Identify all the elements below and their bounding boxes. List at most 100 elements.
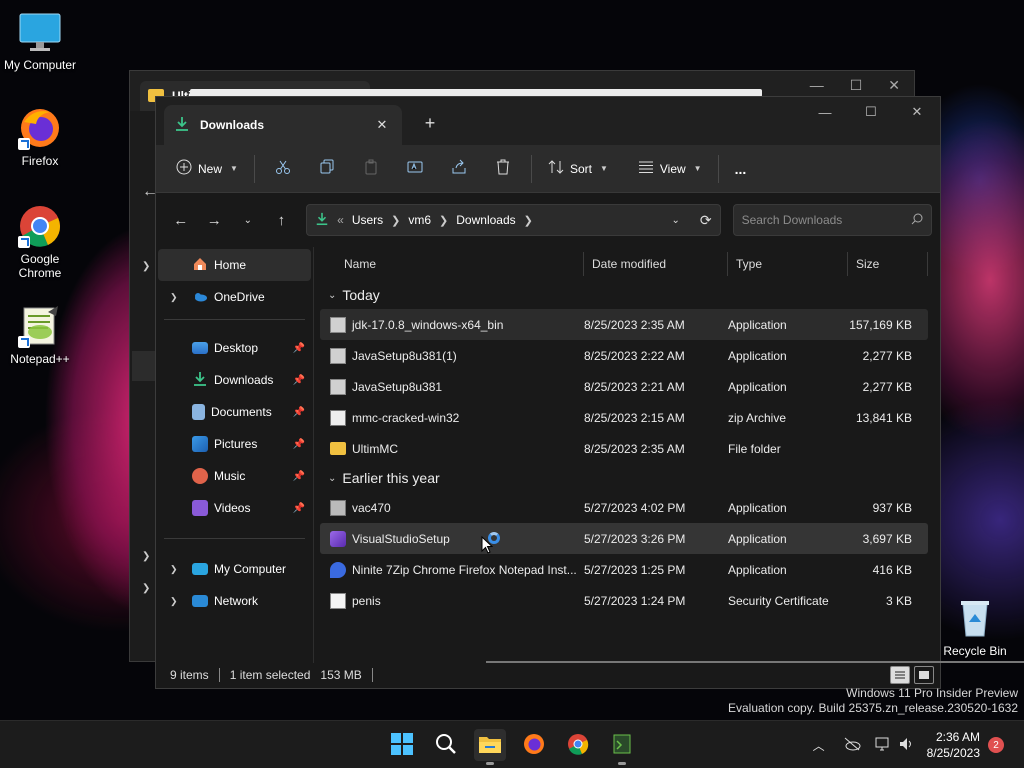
minimize-icon[interactable]: — [802,97,848,127]
chevron-right-icon[interactable]: ❯ [142,551,150,562]
chevron-right-icon[interactable]: ❯ [170,292,178,303]
taskbar-notepadpp[interactable] [606,729,638,765]
breadcrumb-users[interactable]: Users [352,213,383,227]
table-row[interactable]: penis 5/27/2023 1:24 PM Security Certifi… [320,585,928,616]
table-row[interactable]: mmc-cracked-win32 8/25/2023 2:15 AM zip … [320,402,928,433]
nav-item-network[interactable]: ❯ Network [158,585,311,617]
table-row[interactable]: UltimMC 8/25/2023 2:35 AM File folder [320,433,928,464]
more-options-button[interactable]: ... [727,153,755,185]
group-header-earlier[interactable]: ⌄ Earlier this year [320,464,940,492]
chevron-up-icon[interactable]: ︿ [813,737,825,754]
pin-icon[interactable]: 📌 [293,375,305,386]
new-button[interactable]: New ▼ [168,153,246,185]
table-row[interactable]: jdk-17.0.8_windows-x64_bin 8/25/2023 2:3… [320,309,928,340]
sort-button[interactable]: Sort ▼ [540,153,616,185]
recent-locations-button[interactable]: ⌄ [231,205,265,235]
taskbar-file-explorer[interactable] [474,729,506,765]
share-button[interactable] [439,153,479,185]
table-row[interactable]: Ninite 7Zip Chrome Firefox Notepad Inst.… [320,554,928,585]
nav-item-onedrive[interactable]: ❯ OneDrive [158,281,311,313]
table-row[interactable]: JavaSetup8u381(1) 8/25/2023 2:22 AM Appl… [320,340,928,371]
breadcrumb-vm6[interactable]: vm6 [408,213,431,227]
breadcrumb-downloads[interactable]: Downloads [456,213,515,227]
table-row[interactable]: JavaSetup8u381 8/25/2023 2:21 AM Applica… [320,371,928,402]
tab-downloads[interactable]: Downloads ✕ [164,105,402,145]
sort-button-label: Sort [569,161,592,176]
volume-icon[interactable] [899,737,915,754]
clock[interactable]: 2:36 AM 8/25/2023 [927,729,980,761]
taskbar-chrome[interactable] [562,729,594,761]
nav-item-desktop[interactable]: Desktop 📌 [158,332,311,364]
maximize-icon[interactable]: ☐ [848,97,894,127]
nav-item-my-computer[interactable]: ❯ My Computer [158,553,311,585]
desktop-icon-recycle-bin[interactable]: Recycle Bin [935,596,1015,658]
table-row[interactable]: vac470 5/27/2023 4:02 PM Application 937… [320,492,928,523]
breadcrumb-overflow[interactable]: « [337,213,344,227]
desktop-icon-my-computer[interactable]: My Computer [0,10,80,72]
column-header-size[interactable]: Size [848,252,928,276]
desktop-icon-chrome[interactable]: Google Chrome [0,204,80,280]
forward-button[interactable]: → [198,205,232,235]
column-header-date[interactable]: Date modified [584,252,728,276]
minimize-icon[interactable]: — [810,77,824,94]
desktop-icon-notepadpp[interactable]: Notepad++ [0,304,80,366]
view-button[interactable]: View ▼ [630,153,710,185]
paste-button[interactable] [351,153,391,185]
nav-item-pictures[interactable]: Pictures 📌 [158,428,311,460]
network-icon[interactable] [875,737,891,754]
close-icon[interactable]: ✕ [888,77,900,94]
nav-item-documents[interactable]: Documents 📌 [158,396,311,428]
nav-item-home[interactable]: Home [158,249,311,281]
search-icon [435,733,457,758]
new-tab-icon[interactable]: + [418,111,442,135]
delete-button[interactable] [483,153,523,185]
nav-item-videos[interactable]: Videos 📌 [158,492,311,524]
search-icon[interactable] [911,213,923,228]
details-view-icon[interactable] [890,666,910,684]
refresh-icon[interactable]: ⟳ [700,212,712,229]
start-button[interactable] [386,729,418,761]
search-box[interactable] [732,204,933,236]
chevron-right-icon[interactable]: ❯ [170,596,178,607]
chevron-right-icon[interactable]: ❯ [524,214,533,227]
chevron-right-icon[interactable]: ❯ [439,214,448,227]
close-icon[interactable]: ✕ [894,97,940,127]
rename-button[interactable] [395,153,435,185]
copy-button[interactable] [307,153,347,185]
close-icon[interactable]: ✕ [372,115,392,135]
column-header-type[interactable]: Type [728,252,848,276]
pin-icon[interactable]: 📌 [293,407,305,418]
group-header-today[interactable]: ⌄ Today [320,281,940,309]
chevron-right-icon[interactable]: ❯ [391,214,400,227]
search-input[interactable] [741,213,912,227]
address-bar[interactable]: « Users ❯ vm6 ❯ Downloads ❯ ⌄ ⟳ [306,204,721,236]
chevron-right-icon[interactable]: ❯ [142,261,150,272]
chevron-right-icon[interactable]: ❯ [170,564,178,575]
tiles-view-icon[interactable] [914,666,934,684]
pin-icon[interactable]: 📌 [293,343,305,354]
toolbar-divider [530,154,532,183]
file-explorer-window[interactable]: Downloads ✕ + — ☐ ✕ New ▼ Sort ▼ View ▼ … [155,96,1024,689]
chevron-down-icon[interactable]: ⌄ [671,215,679,226]
up-button[interactable]: ↑ [265,205,299,235]
cut-button[interactable] [263,153,303,185]
desktop-icon-firefox[interactable]: Firefox [0,106,80,168]
chevron-right-icon[interactable]: ❯ [142,583,150,594]
nav-item-music[interactable]: Music 📌 [158,460,311,492]
pin-icon[interactable]: 📌 [293,503,305,514]
maximize-icon[interactable]: ☐ [850,77,863,94]
notification-badge[interactable]: 2 [988,737,1004,753]
tab-label: Downloads [200,118,265,132]
nav-item-downloads[interactable]: Downloads 📌 [158,364,311,396]
cloud-offline-icon[interactable] [843,737,861,754]
back-button[interactable]: ← [164,205,198,235]
pin-icon[interactable]: 📌 [293,439,305,450]
taskbar-firefox[interactable] [518,729,550,761]
file-date: 5/27/2023 1:25 PM [584,562,686,577]
table-row[interactable]: VisualStudioSetup 5/27/2023 3:26 PM Appl… [320,523,928,554]
windows-logo-icon [391,732,413,758]
search-button[interactable] [430,729,462,761]
column-header-name[interactable]: Name [320,252,584,276]
pin-icon[interactable]: 📌 [293,471,305,482]
download-icon [192,371,208,390]
